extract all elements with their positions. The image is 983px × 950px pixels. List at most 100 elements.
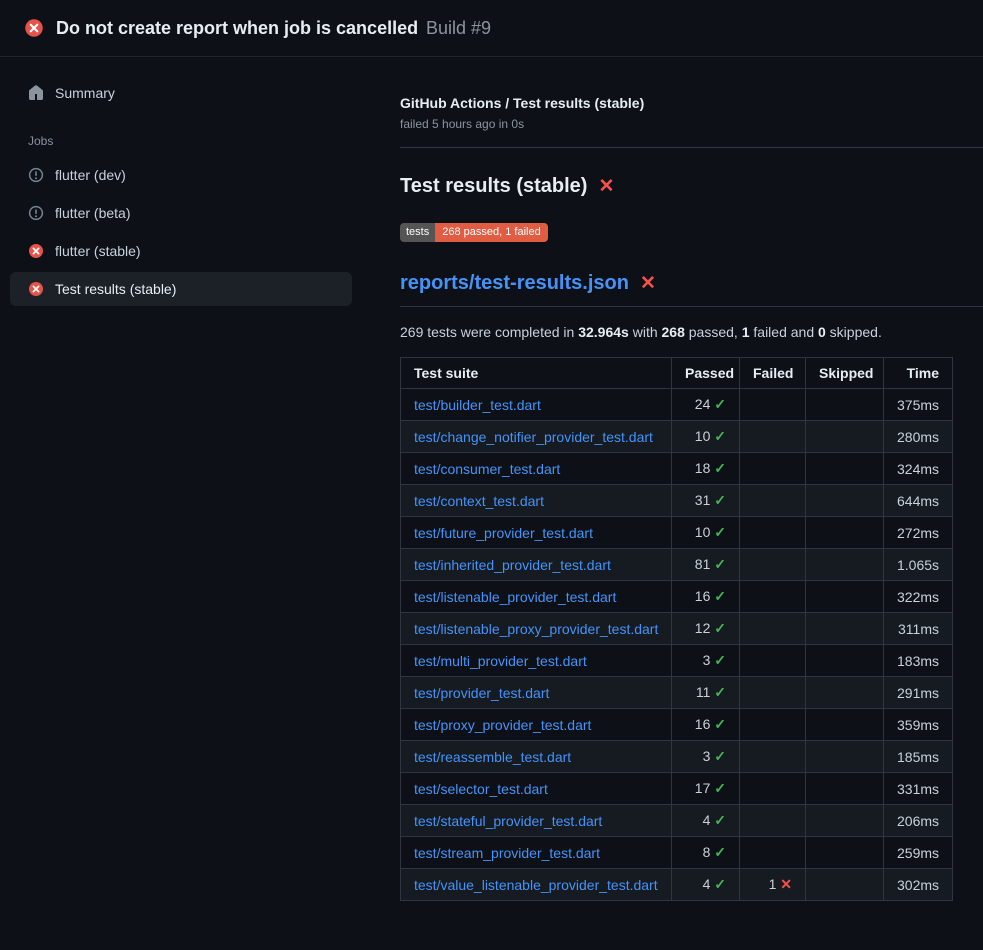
neutral-status-icon (28, 167, 44, 183)
suite-cell: test/consumer_test.dart (401, 453, 672, 485)
skipped-cell (806, 389, 884, 421)
check-icon: ✓ (714, 524, 726, 540)
skipped-cell (806, 773, 884, 805)
badge-row: tests 268 passed, 1 failed (400, 222, 983, 242)
check-icon: ✓ (714, 684, 726, 700)
suite-link[interactable]: test/future_provider_test.dart (414, 525, 593, 541)
time-cell: 359ms (884, 709, 953, 741)
suite-cell: test/selector_test.dart (401, 773, 672, 805)
suite-link[interactable]: test/reassemble_test.dart (414, 749, 571, 765)
failed-status-icon (28, 281, 44, 297)
suite-link[interactable]: test/selector_test.dart (414, 781, 548, 797)
check-icon: ✓ (714, 748, 726, 764)
table-row: test/proxy_provider_test.dart 16 ✓ 359ms (401, 709, 953, 741)
time-cell: 331ms (884, 773, 953, 805)
passed-cell: 4 ✓ (672, 805, 740, 837)
time-cell: 1.065s (884, 549, 953, 581)
divider (400, 147, 983, 148)
passed-cell: 81 ✓ (672, 549, 740, 581)
table-row: test/inherited_provider_test.dart 81 ✓ 1.0… (401, 549, 953, 581)
passed-cell: 3 ✓ (672, 645, 740, 677)
time-cell: 644ms (884, 485, 953, 517)
sidebar-item-flutter-dev[interactable]: flutter (dev) (10, 158, 352, 192)
suite-link[interactable]: test/context_test.dart (414, 493, 544, 509)
suite-link[interactable]: test/value_listenable_provider_test.dart (414, 877, 658, 893)
failed-cell (740, 645, 806, 677)
sidebar-item-label: flutter (beta) (55, 205, 130, 221)
time-cell: 272ms (884, 517, 953, 549)
table-row: test/stream_provider_test.dart 8 ✓ 259ms (401, 837, 953, 869)
failed-cell (740, 709, 806, 741)
badge-label: tests (400, 223, 435, 242)
suite-cell: test/multi_provider_test.dart (401, 645, 672, 677)
passed-cell: 16 ✓ (672, 709, 740, 741)
table-row: test/provider_test.dart 11 ✓ 291ms (401, 677, 953, 709)
passed-cell: 16 ✓ (672, 581, 740, 613)
passed-cell: 10 ✓ (672, 421, 740, 453)
time-cell: 324ms (884, 453, 953, 485)
sidebar-item-label: Test results (stable) (55, 281, 176, 297)
passed-cell: 12 ✓ (672, 613, 740, 645)
passed-cell: 8 ✓ (672, 837, 740, 869)
sidebar: Summary Jobs flutter (dev) flutter (beta… (0, 57, 400, 310)
suite-link[interactable]: test/builder_test.dart (414, 397, 541, 413)
sidebar-item-test-results-stable[interactable]: Test results (stable) (10, 272, 352, 306)
time-cell: 375ms (884, 389, 953, 421)
skipped-cell (806, 805, 884, 837)
run-title-group: Do not create report when job is cancell… (56, 18, 491, 39)
time-cell: 280ms (884, 421, 953, 453)
skipped-cell (806, 677, 884, 709)
report-link[interactable]: reports/test-results.json (400, 272, 629, 295)
failed-cell (740, 741, 806, 773)
suite-link[interactable]: test/inherited_provider_test.dart (414, 557, 611, 573)
col-test-suite: Test suite (401, 358, 672, 389)
results-table: Test suite Passed Failed Skipped Time te… (400, 357, 953, 901)
failed-cell (740, 453, 806, 485)
suite-cell: test/listenable_provider_test.dart (401, 581, 672, 613)
neutral-status-icon (28, 205, 44, 221)
sidebar-item-summary[interactable]: Summary (10, 76, 352, 110)
suite-link[interactable]: test/stream_provider_test.dart (414, 845, 600, 861)
table-row: test/context_test.dart31 ✓644ms (401, 485, 953, 517)
suite-link[interactable]: test/provider_test.dart (414, 685, 549, 701)
time-cell: 291ms (884, 677, 953, 709)
suite-link[interactable]: test/proxy_provider_test.dart (414, 717, 591, 733)
suite-link[interactable]: test/consumer_test.dart (414, 461, 560, 477)
check-icon: ✓ (714, 492, 726, 508)
check-icon: ✓ (714, 396, 726, 412)
check-icon: ✓ (714, 812, 726, 828)
col-skipped: Skipped (806, 358, 884, 389)
check-icon: ✓ (714, 780, 726, 796)
table-row: test/consumer_test.dart18 ✓324ms (401, 453, 953, 485)
sidebar-item-flutter-stable[interactable]: flutter (stable) (10, 234, 352, 268)
suite-cell: test/reassemble_test.dart (401, 741, 672, 773)
suite-cell: test/value_listenable_provider_test.dart (401, 869, 672, 901)
suite-link[interactable]: test/stateful_provider_test.dart (414, 813, 602, 829)
failed-cell (740, 421, 806, 453)
time-cell: 259ms (884, 837, 953, 869)
failed-cell (740, 805, 806, 837)
report-heading: reports/test-results.json ✕ (400, 272, 983, 307)
suite-link[interactable]: test/multi_provider_test.dart (414, 653, 587, 669)
sidebar-item-flutter-beta[interactable]: flutter (beta) (10, 196, 352, 230)
failed-status-icon (24, 18, 44, 38)
failed-cell (740, 613, 806, 645)
passed-cell: 11 ✓ (672, 677, 740, 709)
suite-link[interactable]: test/change_notifier_provider_test.dart (414, 429, 653, 445)
time-cell: 185ms (884, 741, 953, 773)
tests-badge: tests 268 passed, 1 failed (400, 223, 548, 242)
failed-cell (740, 837, 806, 869)
table-row: test/listenable_provider_test.dart16 ✓32… (401, 581, 953, 613)
skipped-cell (806, 741, 884, 773)
build-number: Build #9 (426, 18, 491, 38)
breadcrumb: GitHub Actions / Test results (stable) (400, 95, 983, 111)
check-icon: ✓ (714, 460, 726, 476)
suite-link[interactable]: test/listenable_provider_test.dart (414, 589, 616, 605)
suite-link[interactable]: test/listenable_proxy_provider_test.dart (414, 621, 658, 637)
passed-cell: 3 ✓ (672, 741, 740, 773)
failed-cell (740, 517, 806, 549)
skipped-cell (806, 485, 884, 517)
section-title-text: Test results (stable) (400, 175, 587, 198)
badge-value: 268 passed, 1 failed (435, 223, 547, 242)
results-table-body: test/builder_test.dart24 ✓375mstest/chan… (401, 389, 953, 901)
